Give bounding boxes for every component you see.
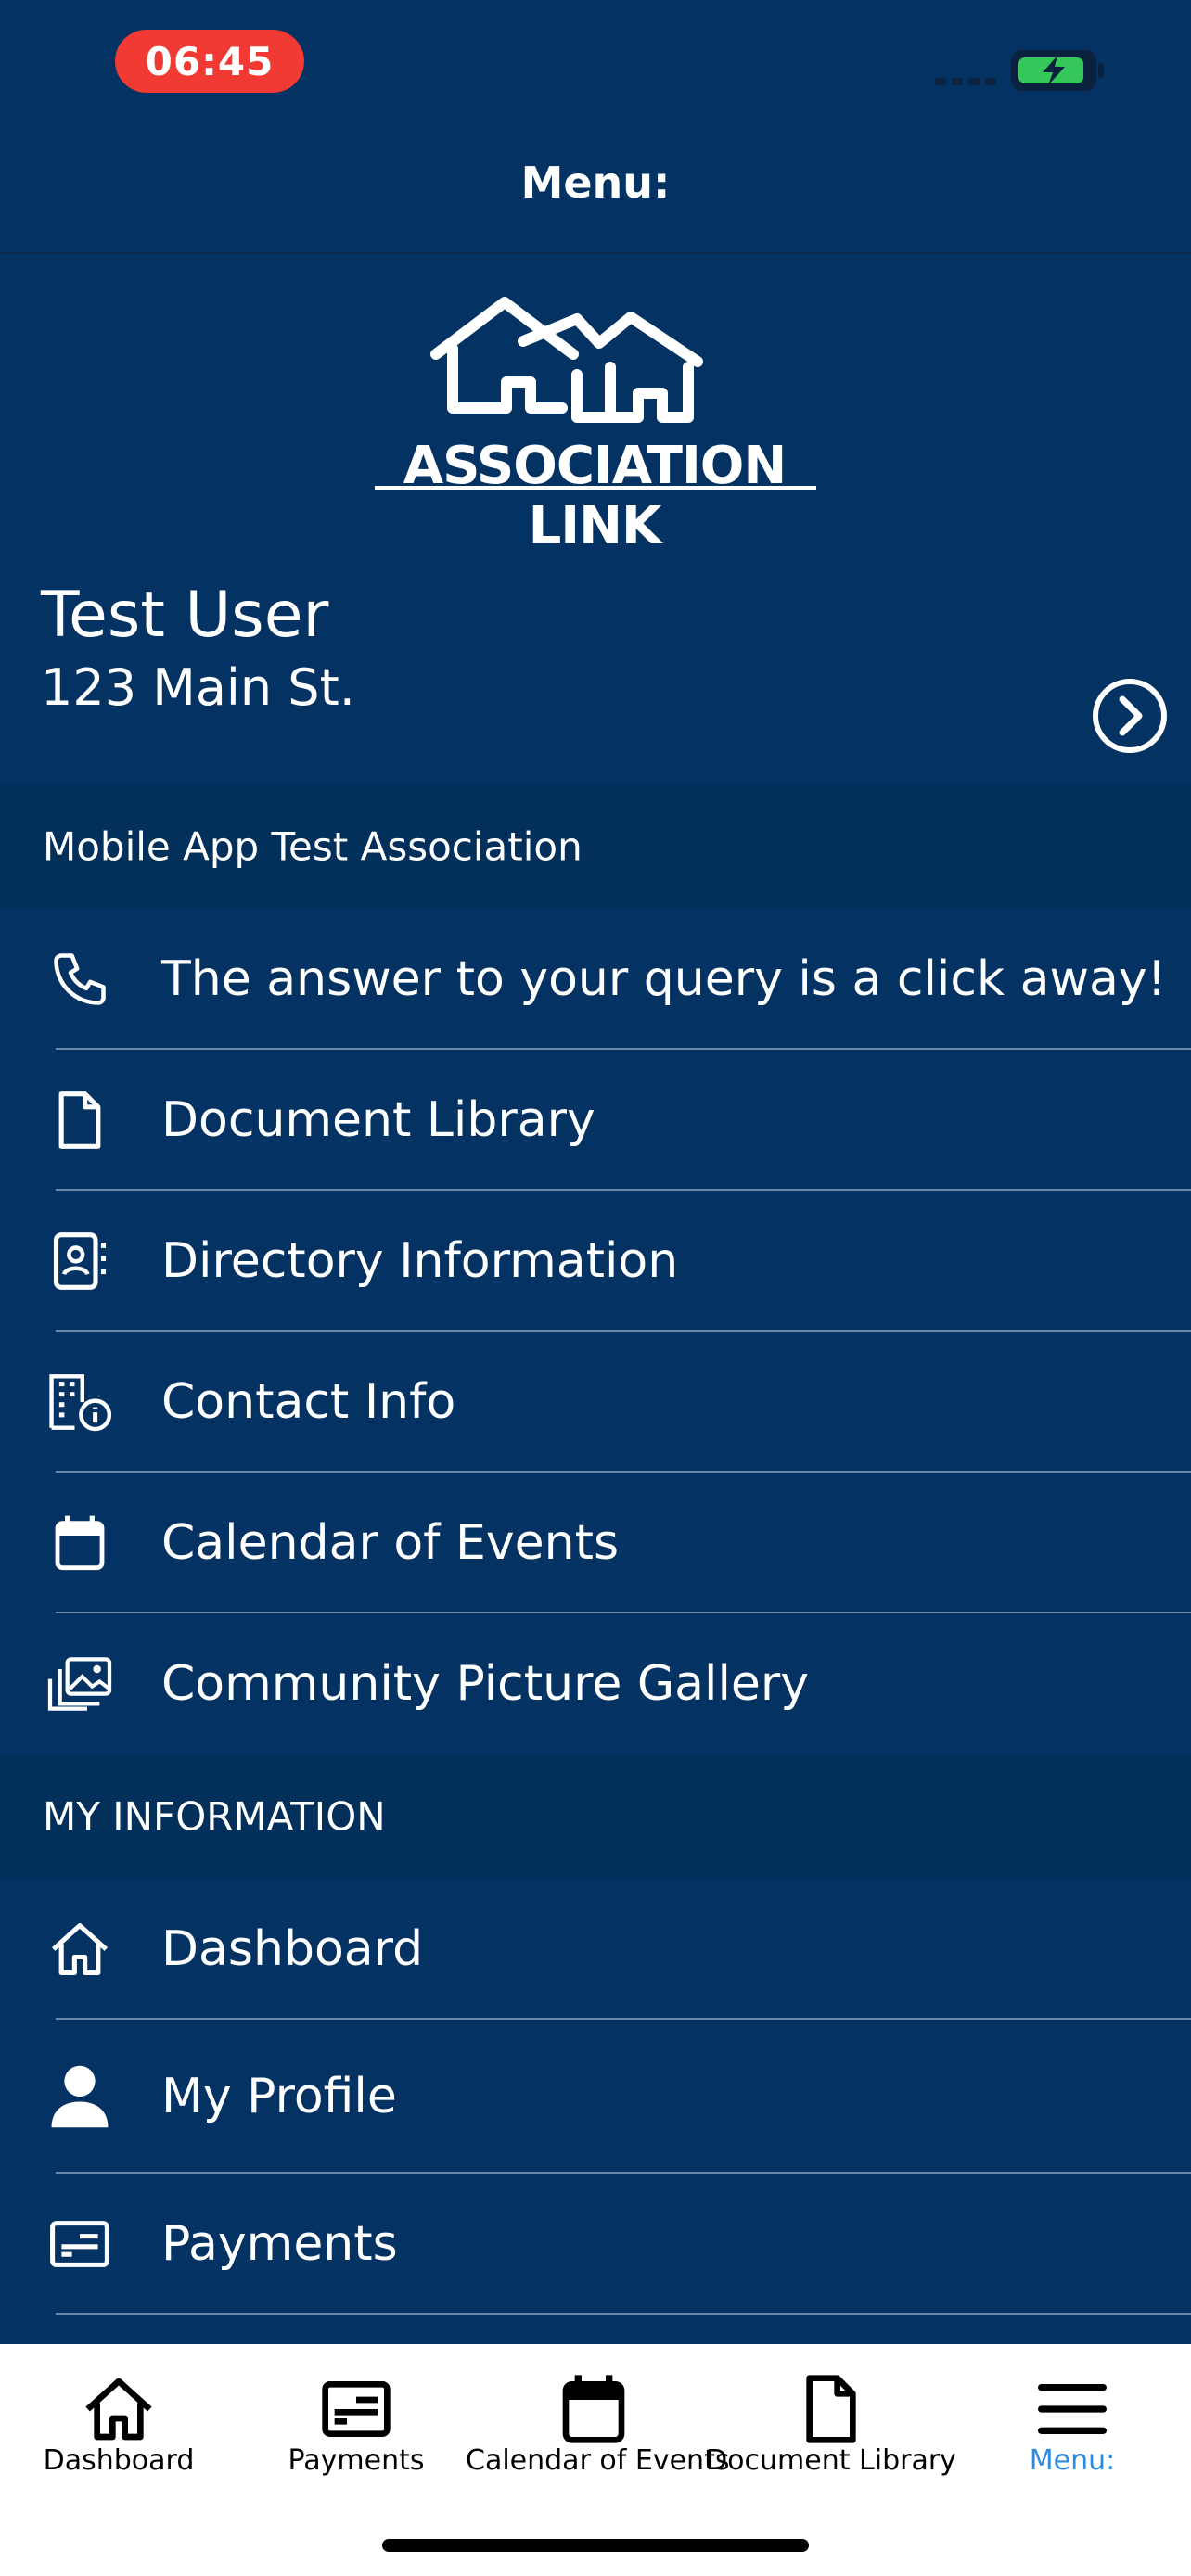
menu-item-label: Community Picture Gallery bbox=[161, 1656, 810, 1712]
home-icon bbox=[85, 2378, 152, 2441]
home-icon bbox=[37, 1906, 122, 1992]
tab-calendar-of-events[interactable]: Calendar of Events bbox=[466, 2344, 729, 2502]
section-header-my-information: MY INFORMATION bbox=[0, 1754, 1191, 1879]
signal-icon bbox=[935, 78, 996, 85]
menu-item-label: Dashboard bbox=[161, 1921, 424, 1977]
menu-item-contact-info[interactable]: Contact Info bbox=[0, 1332, 1191, 1473]
chevron-right-circle-icon[interactable] bbox=[1093, 679, 1167, 753]
user-address: 123 Main St. bbox=[41, 658, 355, 717]
header-divider bbox=[0, 252, 1191, 254]
person-icon bbox=[37, 2054, 122, 2139]
gallery-icon bbox=[37, 1641, 122, 1727]
building-info-icon bbox=[37, 1359, 122, 1445]
document-icon bbox=[37, 1078, 122, 1163]
phone-icon bbox=[37, 937, 122, 1022]
logo-underline bbox=[375, 486, 816, 490]
document-icon bbox=[806, 2375, 856, 2443]
tab-payments[interactable]: Payments bbox=[237, 2344, 475, 2502]
logo-text: ASSOCIATION LINK bbox=[403, 436, 788, 556]
menu-item-calendar-of-events[interactable]: Calendar of Events bbox=[0, 1473, 1191, 1613]
menu-item-label: Document Library bbox=[161, 1092, 596, 1148]
menu-item-label: Directory Information bbox=[161, 1233, 679, 1289]
battery-icon bbox=[1011, 50, 1104, 91]
status-time: 06:45 bbox=[115, 30, 304, 93]
menu-item-label: Calendar of Events bbox=[161, 1515, 620, 1571]
menu-item-document-library[interactable]: Document Library bbox=[0, 1050, 1191, 1191]
page-title: Menu: bbox=[520, 158, 671, 208]
menu-item-label: My Profile bbox=[161, 2069, 397, 2124]
menu-item-label: The answer to your query is a click away… bbox=[161, 951, 1167, 1007]
menu-item-my-profile[interactable]: My Profile bbox=[0, 2020, 1191, 2174]
menu-item-label: Contact Info bbox=[161, 1374, 456, 1430]
menu-item-directory-information[interactable]: Directory Information bbox=[0, 1191, 1191, 1332]
payment-card-icon bbox=[37, 2201, 122, 2287]
user-name: Test User bbox=[41, 579, 329, 652]
home-indicator bbox=[382, 2539, 809, 2552]
contact-card-icon bbox=[37, 1218, 122, 1304]
menu-item-query[interactable]: The answer to your query is a click away… bbox=[0, 909, 1191, 1050]
menu-item-payments[interactable]: Payments bbox=[0, 2174, 1191, 2315]
tab-dashboard[interactable]: Dashboard bbox=[0, 2344, 237, 2502]
calendar-icon bbox=[37, 1500, 122, 1586]
menu-icon bbox=[1038, 2384, 1107, 2434]
menu-item-community-picture-gallery[interactable]: Community Picture Gallery bbox=[0, 1613, 1191, 1754]
payment-card-icon bbox=[322, 2381, 391, 2437]
tab-menu[interactable]: Menu: bbox=[954, 2344, 1191, 2502]
section-header-association: Mobile App Test Association bbox=[0, 784, 1191, 909]
calendar-icon bbox=[562, 2375, 625, 2443]
status-bar: 06:45 bbox=[0, 0, 1191, 130]
tab-document-library[interactable]: Document Library bbox=[706, 2344, 956, 2502]
menu-item-label: Payments bbox=[161, 2216, 398, 2272]
menu-item-dashboard[interactable]: Dashboard bbox=[0, 1879, 1191, 2020]
